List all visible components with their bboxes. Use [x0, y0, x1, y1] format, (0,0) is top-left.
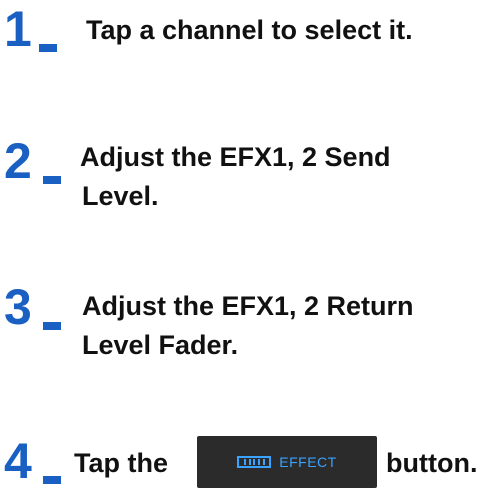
step-number: 3: [4, 279, 32, 335]
step-text-line-1: Adjust the EFX1, 2 Return: [82, 291, 414, 321]
step-number-dash: [43, 176, 61, 184]
step-text-suffix: button.: [386, 448, 478, 478]
step-text-prefix: Tap the: [74, 448, 168, 478]
step-text: Tap a channel to select it.: [86, 15, 413, 45]
effect-button[interactable]: EFFECT: [197, 436, 377, 488]
step-number-dash: [39, 44, 57, 52]
step-number-dash: [43, 476, 61, 484]
step-number: 4: [4, 433, 32, 489]
effect-rack-icon: [237, 456, 272, 468]
effect-button-label: EFFECT: [279, 454, 337, 470]
step-text-line-2: Level.: [82, 181, 159, 211]
step-number: 2: [4, 133, 32, 189]
step-number: 1: [4, 1, 32, 57]
step-text-line-2: Level Fader.: [82, 330, 239, 360]
step-text-line-1: Adjust the EFX1, 2 Send: [80, 142, 391, 172]
step-number-dash: [43, 322, 61, 330]
